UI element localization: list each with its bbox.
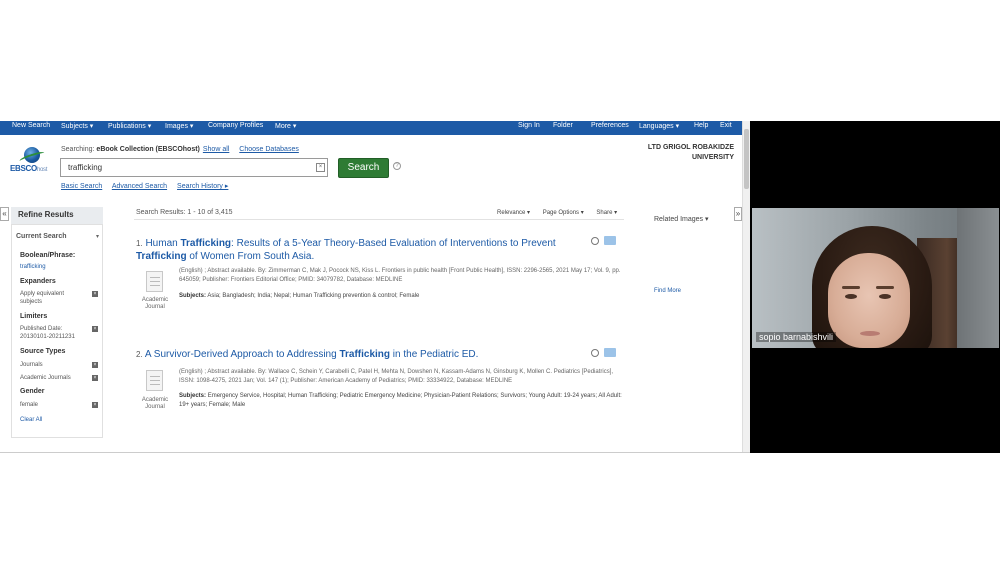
participant-video-tile: sopio barnabishvili <box>752 208 999 348</box>
gender-heading: Gender <box>20 388 45 395</box>
page-options-dropdown[interactable]: Page Options ▾ <box>543 210 584 216</box>
result-actions-1 <box>591 236 616 246</box>
nav-publications[interactable]: Publications ▾ <box>108 122 151 130</box>
folder-icon[interactable] <box>604 348 616 358</box>
search-history-link[interactable]: Search History ▸ <box>177 183 228 190</box>
doc-type-label-2: Academic Journal <box>141 397 169 410</box>
refine-results-heading: Refine Results <box>11 207 103 224</box>
nav-subjects[interactable]: Subjects ▾ <box>61 122 93 130</box>
result-number: 2. <box>136 350 143 359</box>
nav-images[interactable]: Images ▾ <box>165 122 193 130</box>
nav-company-profiles[interactable]: Company Profiles <box>208 122 263 129</box>
relevance-dropdown[interactable]: Relevance ▾ <box>497 210 530 216</box>
remove-limiter-icon[interactable]: × <box>92 326 98 332</box>
search-input[interactable] <box>61 159 311 176</box>
search-box: × <box>60 158 328 177</box>
ebsco-logo[interactable]: EBSCOhost <box>10 147 55 175</box>
searching-line: Searching: eBook Collection (EBSCOhost) S… <box>61 146 299 153</box>
nav-folder[interactable]: Folder <box>553 122 573 129</box>
searching-label: Searching: <box>61 146 95 153</box>
searching-database: eBook Collection (EBSCOhost) <box>96 146 200 153</box>
shared-screen: New Search Subjects ▾ Publications ▾ Ima… <box>0 121 750 453</box>
remove-source-academic-icon[interactable]: × <box>92 375 98 381</box>
chevron-down-icon[interactable]: ▾ <box>96 233 99 240</box>
limiters-heading: Limiters <box>20 313 48 320</box>
choose-databases-link[interactable]: Choose Databases <box>239 146 299 153</box>
clear-all-link[interactable]: Clear All <box>20 417 42 423</box>
find-more-link[interactable]: Find More <box>654 288 681 294</box>
nav-new-search[interactable]: New Search <box>12 122 50 129</box>
nav-exit[interactable]: Exit <box>720 122 732 129</box>
journal-icon <box>141 370 169 400</box>
vertical-scrollbar[interactable] <box>742 121 750 452</box>
remove-gender-icon[interactable]: × <box>92 402 98 408</box>
remove-expander-icon[interactable]: × <box>92 291 98 297</box>
limiter-value: Published Date: 20130101-20211231 <box>20 326 75 340</box>
result-actions-2 <box>591 348 616 358</box>
result-meta-2: (English) ; Abstract available. By: Wall… <box>179 369 614 384</box>
scrollbar-thumb[interactable] <box>744 129 749 189</box>
remove-source-journals-icon[interactable]: × <box>92 362 98 368</box>
collapse-right-button[interactable]: » <box>734 207 742 221</box>
nav-help[interactable]: Help <box>694 122 708 129</box>
basic-search-link[interactable]: Basic Search <box>61 183 102 190</box>
share-dropdown[interactable]: Share ▾ <box>596 210 617 216</box>
collapse-left-button[interactable]: « <box>0 207 9 221</box>
nav-languages[interactable]: Languages ▾ <box>639 122 679 130</box>
gender-value: female <box>20 402 39 408</box>
logo-main-text: EBSCO <box>10 164 37 173</box>
result-title-1[interactable]: 1. Human Trafficking: Results of a 5-Yea… <box>136 237 576 263</box>
folder-icon[interactable] <box>604 236 616 246</box>
preview-icon[interactable] <box>591 236 599 245</box>
result-meta-1: (English) ; Abstract available. By: Zimm… <box>179 268 621 283</box>
boolean-heading: Boolean/Phrase: <box>20 252 76 259</box>
preview-icon[interactable] <box>591 348 599 357</box>
source-type-academic-journals: Academic Journals <box>20 375 71 381</box>
institution-name: LTD GRIGOL ROBAKIDZE UNIVERSITY <box>647 144 734 161</box>
search-button[interactable]: Search <box>338 158 389 178</box>
clear-search-icon[interactable]: × <box>316 163 325 172</box>
result-title-2[interactable]: 2. A Survivor-Derived Approach to Addres… <box>136 348 576 361</box>
participant-name-label: sopio barnabishvili <box>756 332 837 342</box>
advanced-search-link[interactable]: Advanced Search <box>112 183 167 190</box>
nav-preferences[interactable]: Preferences <box>591 122 629 129</box>
help-icon[interactable]: ? <box>393 162 401 170</box>
results-divider <box>134 219 624 220</box>
result-subjects-2: Subjects: Emergency Service, Hospital; H… <box>179 393 622 408</box>
result-number: 1. <box>136 239 143 248</box>
nav-sign-in[interactable]: Sign In <box>518 122 540 129</box>
result-subjects-1: Subjects: Asia; Bangladesh; India; Nepal… <box>179 293 420 299</box>
results-tools: Relevance ▾ Page Options ▾ Share ▾ <box>497 209 628 216</box>
boolean-value-link[interactable]: trafficking <box>20 264 46 270</box>
expanders-heading: Expanders <box>20 278 56 285</box>
related-images-heading[interactable]: Related Images ▾ <box>654 215 709 223</box>
top-nav-bar: New Search Subjects ▾ Publications ▾ Ima… <box>0 121 742 135</box>
show-all-link[interactable]: Show all <box>203 146 229 153</box>
source-types-heading: Source Types <box>20 348 66 355</box>
refine-results-panel: Current Search ▾ Boolean/Phrase: traffic… <box>11 224 103 438</box>
expander-value: Apply equivalent subjects <box>20 291 65 305</box>
search-mode-links: Basic Search Advanced Search Search Hist… <box>61 182 236 190</box>
logo-sub-text: host <box>36 167 48 173</box>
doc-type-label-1: Academic Journal <box>141 297 169 310</box>
results-count: Search Results: 1 - 10 of 3,415 <box>136 209 233 216</box>
current-search-heading[interactable]: Current Search <box>16 233 67 240</box>
nav-more[interactable]: More ▾ <box>275 122 296 130</box>
source-type-journals: Journals <box>20 362 43 368</box>
